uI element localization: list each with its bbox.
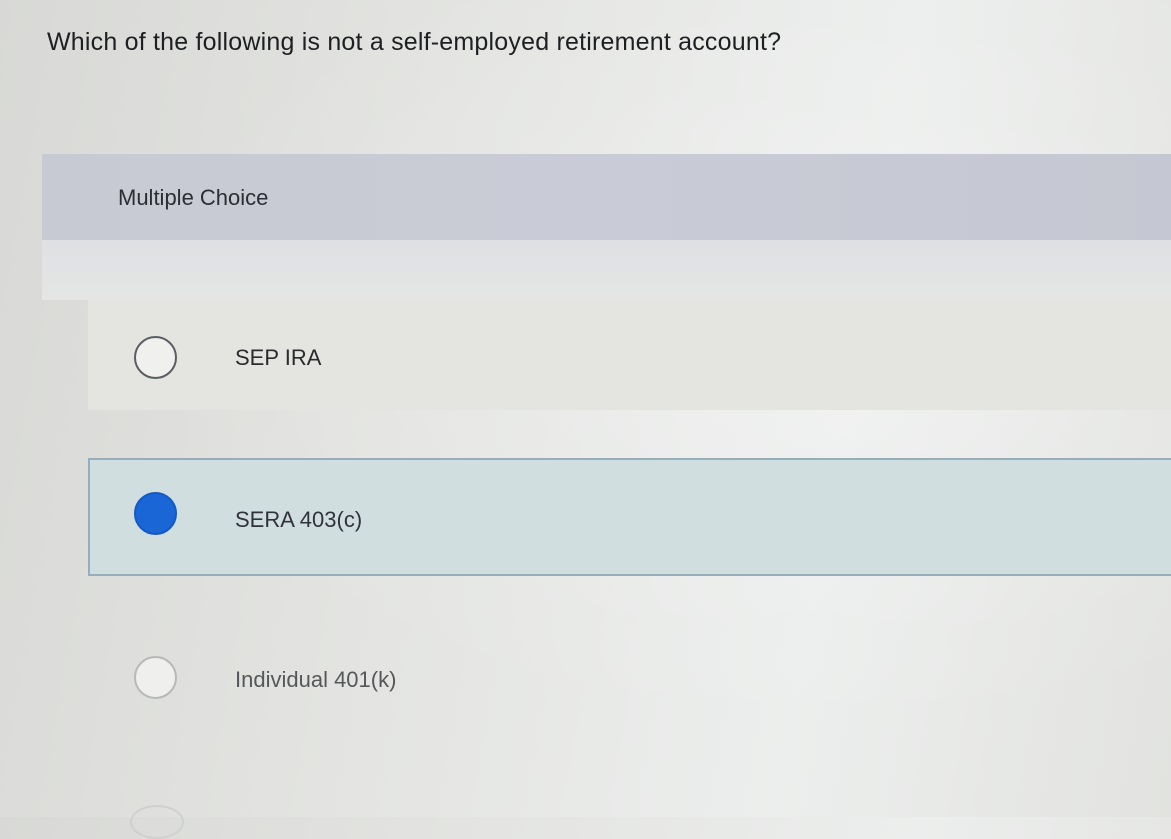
radio-button-selected[interactable] (134, 492, 177, 535)
choices-panel (42, 240, 1171, 300)
question-text: Which of the following is not a self-emp… (47, 28, 782, 56)
radio-button-unselected[interactable] (134, 656, 177, 699)
answer-option-sera-403c[interactable]: SERA 403(c) (88, 458, 1171, 576)
answer-option-sep-ira[interactable]: SEP IRA (88, 300, 1171, 410)
multiple-choice-label: Multiple Choice (118, 185, 269, 210)
next-option-radio-partial[interactable] (130, 805, 184, 839)
answer-option-label: Individual 401(k) (235, 667, 397, 692)
answer-option-label: SEP IRA (235, 345, 322, 370)
answer-option-label: SERA 403(c) (235, 507, 363, 532)
radio-button-unselected[interactable] (134, 336, 177, 379)
answer-option-individual-401k[interactable]: Individual 401(k) (88, 624, 1171, 734)
multiple-choice-header: Multiple Choice (42, 154, 1171, 240)
